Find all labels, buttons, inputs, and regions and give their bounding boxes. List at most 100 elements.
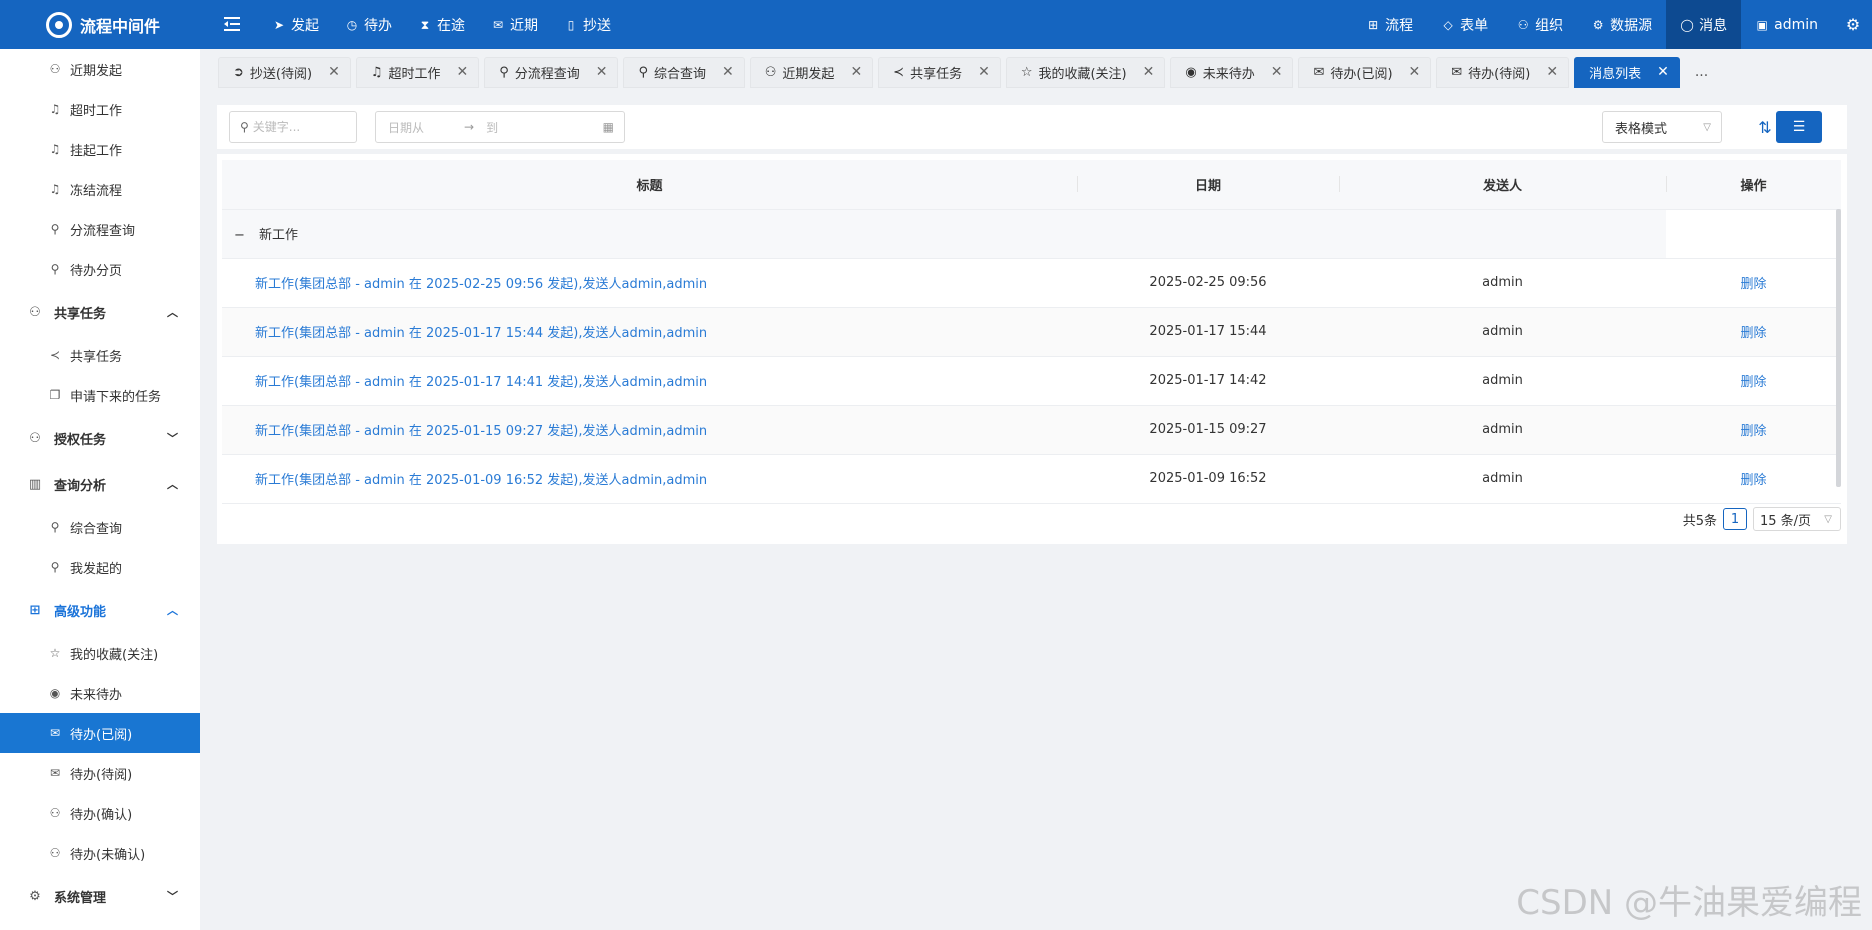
sidebar-item-todo-paging[interactable]: ⚲ 待办分页 [0, 249, 200, 289]
message-title-link[interactable]: 新工作(集团总部 - admin 在 2025-01-17 14:41 发起),… [222, 356, 1077, 406]
sidebar-group-system[interactable]: ⚙ 系统管理 ﹀ [0, 873, 200, 919]
table-scrollbar[interactable] [1836, 209, 1841, 487]
close-icon[interactable]: ✕ [456, 64, 468, 80]
nav-recent[interactable]: ✉ 近期 [491, 15, 538, 35]
sidebar-item-my-started[interactable]: ⚲ 我发起的 [0, 547, 200, 587]
close-icon[interactable]: ✕ [1546, 64, 1558, 80]
message-title-link[interactable]: 新工作(集团总部 - admin 在 2025-01-09 16:52 发起),… [222, 454, 1077, 504]
send-icon: ➤ [273, 17, 285, 32]
nav-user[interactable]: ▣ admin [1741, 0, 1834, 49]
header-operation: 操作 [1666, 160, 1841, 210]
shared-user-icon: ⚇ [29, 304, 41, 320]
user-icon: ⚇ [49, 846, 61, 860]
sidebar: ⚇ 近期发起 ♫ 超时工作 ♫ 挂起工作 ♫ 冻结流程 ⚲ 分流程查询 ⚲ 待办分页 ⚇ 共享… [0, 49, 200, 930]
sidebar-item-todo-unread[interactable]: ✉ 待办(待阅) [0, 753, 200, 793]
menu-collapse-icon[interactable] [222, 13, 244, 35]
search-icon: ⚲ [50, 560, 60, 574]
table-row: 新工作(集团总部 - admin 在 2025-02-25 09:56 发起),… [222, 258, 1841, 308]
nav-form[interactable]: ◇ 表单 [1427, 0, 1502, 49]
delete-link[interactable]: 删除 [1740, 424, 1766, 439]
nav-start[interactable]: ➤ 发起 [272, 15, 319, 35]
tab-favorites[interactable]: ☆ 我的收藏(关注) ✕ [1005, 56, 1166, 88]
org-icon: ⚇ [1517, 17, 1529, 32]
view-mode-select[interactable]: 表格模式 ▽ [1602, 111, 1722, 143]
tab-cc-unread[interactable]: ➲ 抄送(待阅) ✕ [218, 56, 351, 88]
list-view-button[interactable]: ☰ [1776, 111, 1822, 143]
message-sender: admin [1339, 405, 1666, 455]
sidebar-group-shared[interactable]: ⚇ 共享任务 ︿ [0, 289, 200, 335]
settings-gear-icon[interactable]: ⚙ [1834, 0, 1872, 49]
eye-icon: ◉ [1185, 64, 1197, 80]
search-icon: ⚲ [499, 64, 509, 80]
sidebar-group-auth[interactable]: ⚇ 授权任务 ﹀ [0, 415, 200, 461]
nav-org[interactable]: ⚇ 组织 [1502, 0, 1577, 49]
group-row: − 新工作 [222, 209, 1841, 259]
close-icon[interactable]: ✕ [596, 64, 608, 80]
close-icon[interactable]: ✕ [328, 64, 340, 80]
gear-icon: ⚙ [1592, 17, 1604, 32]
gear-icon: ⚙ [29, 888, 41, 904]
sidebar-item-suspended[interactable]: ♫ 挂起工作 [0, 129, 200, 169]
delete-link[interactable]: 删除 [1740, 375, 1766, 390]
page-1-button[interactable]: 1 [1723, 508, 1747, 530]
tab-recent-start[interactable]: ⚇ 近期发起 ✕ [749, 56, 874, 88]
mail-icon: ✉ [1451, 64, 1463, 80]
tab-subflow-query[interactable]: ⚲ 分流程查询 ✕ [484, 56, 619, 88]
arrow-right-icon: → [464, 120, 475, 134]
close-icon[interactable]: ✕ [1271, 64, 1283, 80]
group-collapse-toggle[interactable]: − [234, 228, 245, 243]
sidebar-item-applied-task[interactable]: ❐ 申请下来的任务 [0, 375, 200, 415]
page-size-select[interactable]: 15 条/页 ▽ [1753, 507, 1841, 531]
keyword-input[interactable] [252, 120, 343, 134]
nav-cc[interactable]: ▯ 抄送 [564, 15, 611, 35]
mail-icon: ✉ [49, 766, 61, 780]
sidebar-item-frozen[interactable]: ♫ 冻结流程 [0, 169, 200, 209]
nav-todo[interactable]: ◷ 待办 [345, 15, 392, 35]
header-sender[interactable]: 发送人 [1339, 160, 1666, 210]
sidebar-item-overtime[interactable]: ♫ 超时工作 [0, 89, 200, 129]
close-icon[interactable]: ✕ [722, 64, 734, 80]
date-range-picker[interactable]: 日期从 → 到 ▦ [375, 111, 625, 143]
nav-flow[interactable]: ⊞ 流程 [1352, 0, 1427, 49]
sidebar-item-todo-confirm[interactable]: ⚇ 待办(确认) [0, 793, 200, 833]
tab-shared-task[interactable]: ≺ 共享任务 ✕ [878, 56, 1001, 88]
sidebar-group-query[interactable]: ▥ 查询分析 ︿ [0, 461, 200, 507]
tabs-more-button[interactable]: ... [1695, 64, 1708, 80]
delete-link[interactable]: 删除 [1740, 473, 1766, 488]
sidebar-item-todo-unconfirmed[interactable]: ⚇ 待办(未确认) [0, 833, 200, 873]
chevron-down-icon: ▽ [1824, 513, 1832, 525]
delete-link[interactable]: 删除 [1740, 277, 1766, 292]
sidebar-item-shared-task[interactable]: ≺ 共享任务 [0, 335, 200, 375]
tab-todo-unread[interactable]: ✉ 待办(待阅) ✕ [1436, 56, 1570, 88]
sidebar-item-todo-read[interactable]: ✉ 待办(已阅) [0, 713, 200, 753]
tab-future-todo[interactable]: ◉ 未来待办 ✕ [1170, 56, 1294, 88]
nav-inprogress[interactable]: ⧗ 在途 [418, 15, 465, 35]
tab-general-query[interactable]: ⚲ 综合查询 ✕ [623, 56, 745, 88]
sidebar-item-favorites[interactable]: ☆ 我的收藏(关注) [0, 633, 200, 673]
close-icon[interactable]: ✕ [1657, 64, 1669, 80]
sidebar-item-subflow-query[interactable]: ⚲ 分流程查询 [0, 209, 200, 249]
total-count: 共5条 [1682, 513, 1717, 529]
message-title-link[interactable]: 新工作(集团总部 - admin 在 2025-01-17 15:44 发起),… [222, 307, 1077, 357]
close-icon[interactable]: ✕ [978, 64, 990, 80]
header-date[interactable]: 日期 [1077, 160, 1339, 210]
message-sender: admin [1339, 258, 1666, 308]
message-title-link[interactable]: 新工作(集团总部 - admin 在 2025-02-25 09:56 发起),… [222, 258, 1077, 308]
group-op-cell [1666, 209, 1841, 259]
message-title-link[interactable]: 新工作(集团总部 - admin 在 2025-01-15 09:27 发起),… [222, 405, 1077, 455]
close-icon[interactable]: ✕ [850, 64, 862, 80]
sidebar-item-future-todo[interactable]: ◉ 未来待办 [0, 673, 200, 713]
tab-overtime[interactable]: ♫ 超时工作 ✕ [355, 56, 480, 88]
sidebar-item-general-query[interactable]: ⚲ 综合查询 [0, 507, 200, 547]
delete-link[interactable]: 删除 [1740, 326, 1766, 341]
sidebar-group-advanced[interactable]: ⊞ 高级功能 ︿ [0, 587, 200, 633]
nav-message[interactable]: ◯ 消息 [1666, 0, 1742, 49]
tab-message-list[interactable]: 消息列表 ✕ [1574, 56, 1680, 88]
tab-todo-read[interactable]: ✉ 待办(已阅) ✕ [1298, 56, 1432, 88]
close-icon[interactable]: ✕ [1409, 64, 1421, 80]
close-icon[interactable]: ✕ [1143, 64, 1155, 80]
header-title[interactable]: 标题 [222, 160, 1077, 210]
nav-datasource[interactable]: ⚙ 数据源 [1577, 0, 1666, 49]
sidebar-item-recent-start[interactable]: ⚇ 近期发起 [0, 49, 200, 89]
app-logo[interactable]: 流程中间件 [46, 0, 160, 49]
